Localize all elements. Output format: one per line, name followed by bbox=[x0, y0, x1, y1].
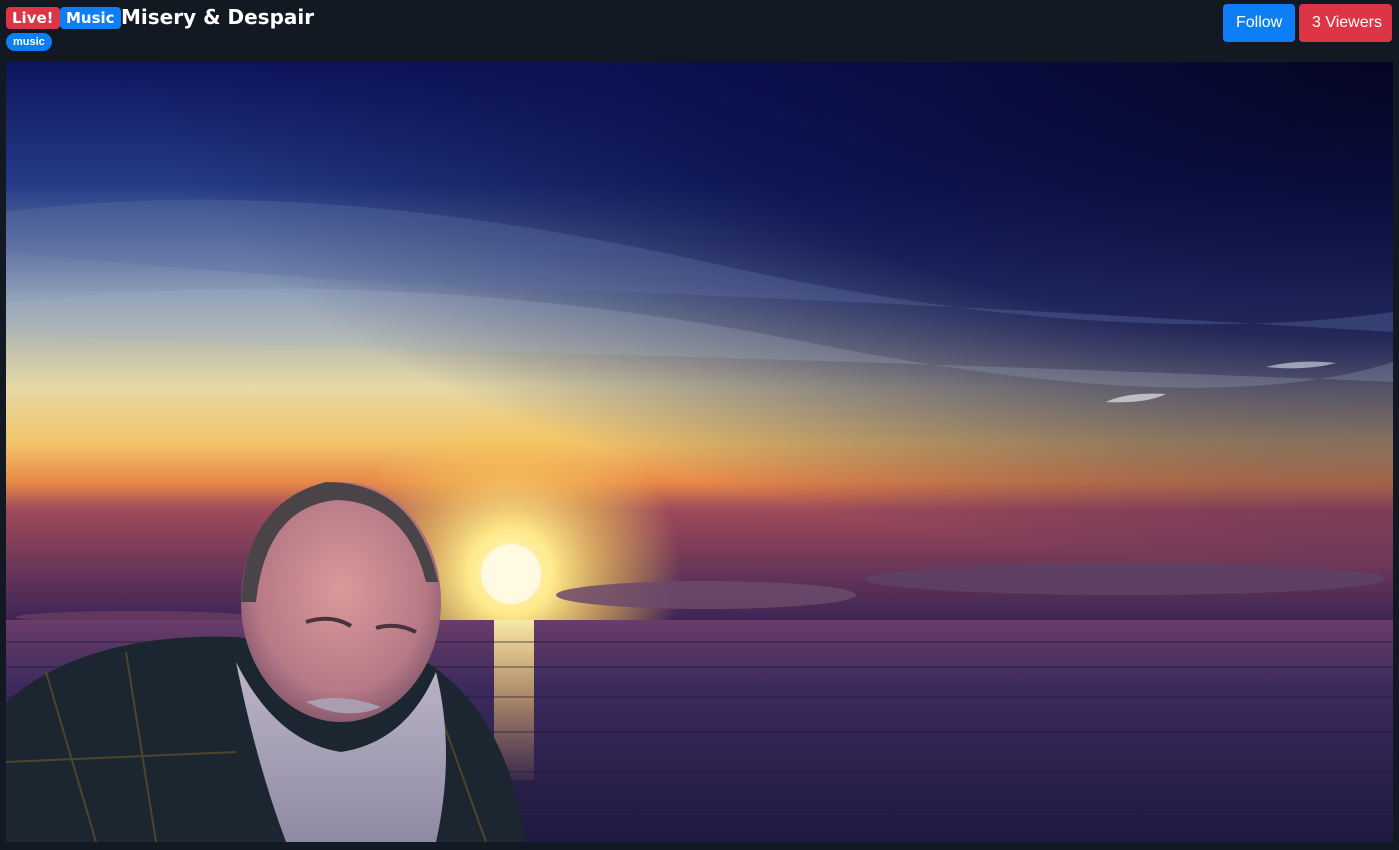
stream-header: Live! Music Misery & Despair music Follo… bbox=[0, 0, 1399, 58]
stream-title: Misery & Despair bbox=[121, 5, 315, 29]
video-frame bbox=[6, 62, 1393, 842]
stream-page: Live! Music Misery & Despair music Follo… bbox=[0, 0, 1399, 850]
live-badge: Live! bbox=[6, 7, 60, 29]
viewers-button[interactable]: 3 Viewers bbox=[1299, 4, 1392, 42]
follow-button[interactable]: Follow bbox=[1223, 4, 1295, 42]
video-player[interactable] bbox=[6, 62, 1393, 842]
tag-pill[interactable]: music bbox=[6, 33, 52, 51]
category-badge[interactable]: Music bbox=[60, 7, 121, 29]
